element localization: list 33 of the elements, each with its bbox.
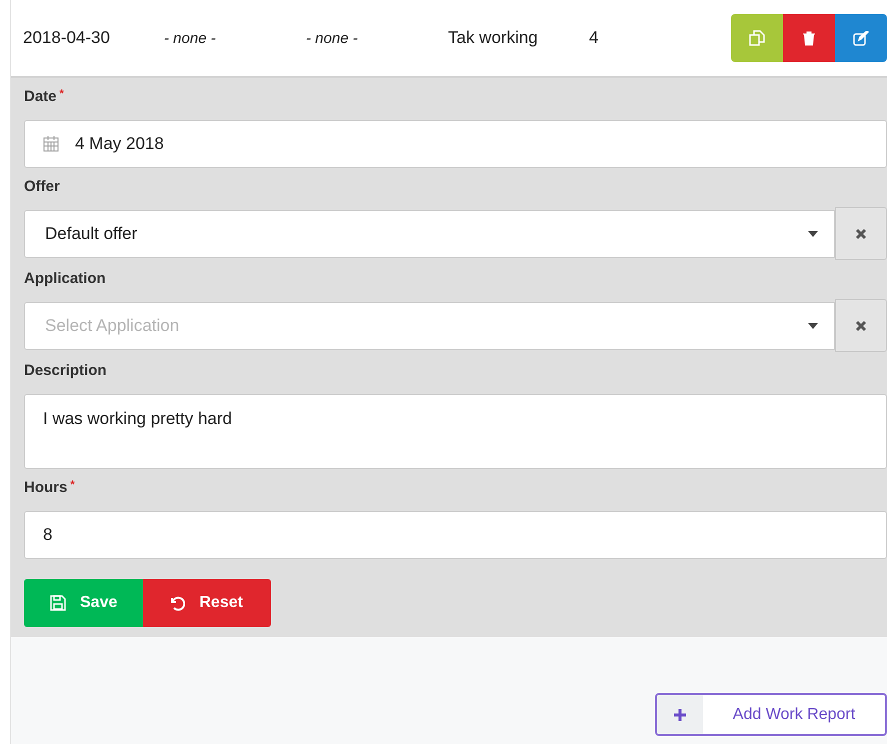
add-work-report-button[interactable]: Add Work Report [655,693,887,736]
required-asterisk: * [70,479,75,493]
plus-icon [674,708,686,720]
clear-button[interactable] [835,207,887,260]
edit-button[interactable] [835,14,887,62]
dropdown-caret-icon [808,231,818,237]
copy-button[interactable] [731,14,783,62]
table-cell-text: 4 [589,28,600,48]
table-cell-text: - none - [306,30,359,46]
field-label: Offer [24,178,60,197]
dropdown-caret-icon [808,323,818,329]
required-asterisk: * [60,88,64,102]
calendar-icon [43,136,59,152]
copy-icon [749,30,765,46]
trash-icon [802,30,816,46]
clear-button[interactable] [835,299,887,352]
description-field[interactable]: I was working pretty hard [24,394,887,469]
field-label: Date [24,88,57,107]
table-cell-text: 2018-04-30 [23,28,111,48]
field-label: Application [24,270,106,289]
delete-button[interactable] [783,14,835,62]
close-icon [855,228,867,240]
date-field[interactable]: 4 May 2018 [24,120,887,168]
edit-icon [853,30,869,46]
table-cell-text: Tak working [448,28,539,48]
close-icon [855,320,867,332]
field-label: Hours [24,479,68,498]
field-label: Description [24,362,107,381]
reset-button[interactable]: Reset [143,579,271,627]
table-cell-text: - none - [164,30,217,46]
undo-icon [169,595,186,611]
hours-field[interactable]: 8 [24,511,887,559]
select-field[interactable]: Default offer [24,210,835,258]
